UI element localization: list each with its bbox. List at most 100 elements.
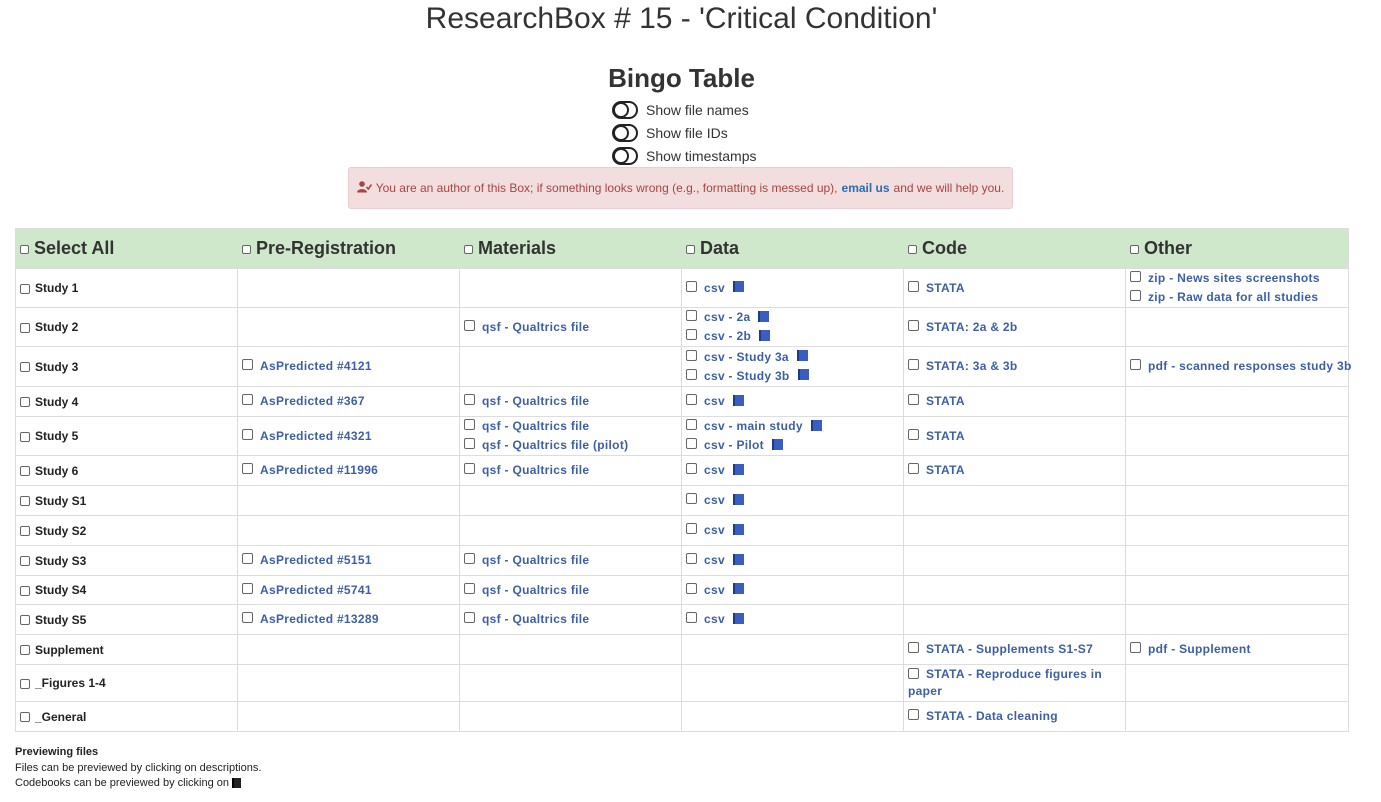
codebook-icon[interactable]: [732, 463, 744, 475]
file-link[interactable]: AsPredicted #4121: [260, 359, 372, 373]
file-link[interactable]: qsf - Qualtrics file: [482, 463, 589, 477]
file-link[interactable]: STATA: 3a & 3b: [926, 359, 1018, 373]
row-label-cell[interactable]: Study 5: [15, 416, 238, 456]
row-checkbox[interactable]: [20, 322, 30, 333]
file-checkbox[interactable]: [464, 438, 475, 449]
row-label-cell[interactable]: Study 3: [15, 346, 238, 387]
codebook-icon[interactable]: [796, 350, 808, 362]
file-checkbox[interactable]: [686, 553, 697, 564]
file-link[interactable]: csv - 2b: [704, 329, 751, 343]
file-checkbox[interactable]: [686, 523, 697, 534]
row-label-cell[interactable]: Study 4: [15, 386, 238, 417]
file-checkbox[interactable]: [464, 612, 475, 623]
codebook-icon[interactable]: [732, 612, 744, 624]
row-checkbox[interactable]: [20, 283, 30, 294]
checkbox[interactable]: [242, 244, 251, 254]
file-checkbox[interactable]: [242, 553, 253, 564]
file-checkbox[interactable]: [1130, 642, 1141, 653]
file-link[interactable]: pdf - Supplement: [1148, 642, 1251, 656]
codebook-icon[interactable]: [758, 310, 770, 322]
file-link[interactable]: csv: [704, 612, 725, 626]
file-link[interactable]: zip - News sites screenshots: [1148, 271, 1320, 285]
file-checkbox[interactable]: [464, 463, 475, 474]
codebook-icon[interactable]: [771, 438, 783, 450]
file-checkbox[interactable]: [686, 368, 697, 380]
row-label-cell[interactable]: _General: [15, 701, 238, 732]
file-checkbox[interactable]: [686, 438, 697, 449]
checkbox[interactable]: [686, 244, 695, 254]
email-us-link[interactable]: email us: [842, 181, 890, 195]
toggle-show-file-names[interactable]: Show file names: [612, 100, 749, 120]
file-checkbox[interactable]: [908, 319, 919, 331]
file-checkbox[interactable]: [464, 553, 475, 564]
file-checkbox[interactable]: [686, 310, 697, 321]
file-link[interactable]: AsPredicted #11996: [260, 463, 378, 477]
codebook-icon[interactable]: [732, 523, 744, 535]
file-checkbox[interactable]: [908, 709, 919, 720]
codebook-icon[interactable]: [732, 493, 744, 505]
file-link[interactable]: STATA - Supplements S1-S7: [926, 642, 1093, 656]
file-checkbox[interactable]: [908, 642, 919, 653]
file-link[interactable]: AsPredicted #5151: [260, 553, 372, 567]
row-checkbox[interactable]: [20, 645, 30, 656]
file-link[interactable]: csv - main study: [704, 419, 803, 433]
codebook-icon[interactable]: [759, 329, 771, 341]
file-checkbox[interactable]: [686, 493, 697, 504]
file-checkbox[interactable]: [242, 612, 253, 623]
toggle-show-timestamps[interactable]: Show timestamps: [612, 146, 756, 166]
file-checkbox[interactable]: [908, 359, 919, 370]
file-link[interactable]: qsf - Qualtrics file (pilot): [482, 438, 628, 452]
codebook-icon[interactable]: [732, 281, 744, 293]
file-link[interactable]: AsPredicted #367: [260, 394, 365, 408]
codebook-icon[interactable]: [732, 553, 744, 565]
file-link[interactable]: csv - Study 3a: [704, 350, 789, 364]
file-checkbox[interactable]: [686, 349, 697, 361]
toggle-switch-icon[interactable]: [612, 101, 638, 119]
row-checkbox[interactable]: [20, 556, 30, 567]
file-checkbox[interactable]: [686, 394, 697, 405]
row-checkbox[interactable]: [20, 526, 30, 537]
row-checkbox[interactable]: [20, 678, 30, 689]
file-checkbox[interactable]: [908, 428, 919, 440]
row-checkbox[interactable]: [20, 496, 30, 507]
file-link[interactable]: csv: [704, 523, 725, 537]
file-link[interactable]: STATA: [926, 429, 965, 443]
row-label-cell[interactable]: _Figures 1-4: [15, 664, 238, 702]
row-checkbox[interactable]: [20, 431, 30, 442]
file-link[interactable]: AsPredicted #4321: [260, 429, 372, 443]
codebook-icon[interactable]: [732, 394, 744, 406]
checkbox[interactable]: [464, 244, 473, 254]
row-label-cell[interactable]: Study S1: [15, 485, 238, 516]
codebook-icon[interactable]: [732, 583, 744, 595]
file-checkbox[interactable]: [464, 319, 475, 331]
row-checkbox[interactable]: [20, 466, 30, 477]
file-link[interactable]: qsf - Qualtrics file: [482, 553, 589, 567]
file-checkbox[interactable]: [464, 582, 475, 594]
file-link[interactable]: STATA: [926, 281, 965, 295]
toggle-show-file-ids[interactable]: Show file IDs: [612, 123, 728, 143]
file-link[interactable]: csv - 2a: [704, 310, 750, 324]
file-link[interactable]: STATA: [926, 463, 965, 477]
row-checkbox[interactable]: [20, 397, 30, 408]
checkbox[interactable]: [908, 244, 917, 254]
file-checkbox[interactable]: [686, 329, 697, 340]
file-link[interactable]: AsPredicted #13289: [260, 612, 379, 626]
file-checkbox[interactable]: [242, 582, 253, 594]
row-label-cell[interactable]: Study 1: [15, 268, 238, 308]
row-checkbox[interactable]: [20, 615, 30, 626]
file-checkbox[interactable]: [908, 280, 919, 292]
file-checkbox[interactable]: [908, 463, 919, 474]
file-link[interactable]: STATA - Data cleaning: [926, 709, 1058, 723]
file-link[interactable]: csv: [704, 394, 725, 408]
file-checkbox[interactable]: [1130, 359, 1141, 370]
checkbox[interactable]: [1130, 244, 1139, 254]
file-link[interactable]: csv: [704, 281, 725, 295]
row-checkbox[interactable]: [20, 585, 30, 596]
checkbox[interactable]: [20, 244, 29, 254]
file-checkbox[interactable]: [686, 463, 697, 474]
file-link[interactable]: zip - Raw data for all studies: [1148, 290, 1318, 304]
file-link[interactable]: csv: [704, 463, 725, 477]
file-link[interactable]: qsf - Qualtrics file: [482, 612, 589, 626]
file-link[interactable]: csv: [704, 493, 725, 507]
column-header-data[interactable]: Data: [681, 228, 904, 269]
